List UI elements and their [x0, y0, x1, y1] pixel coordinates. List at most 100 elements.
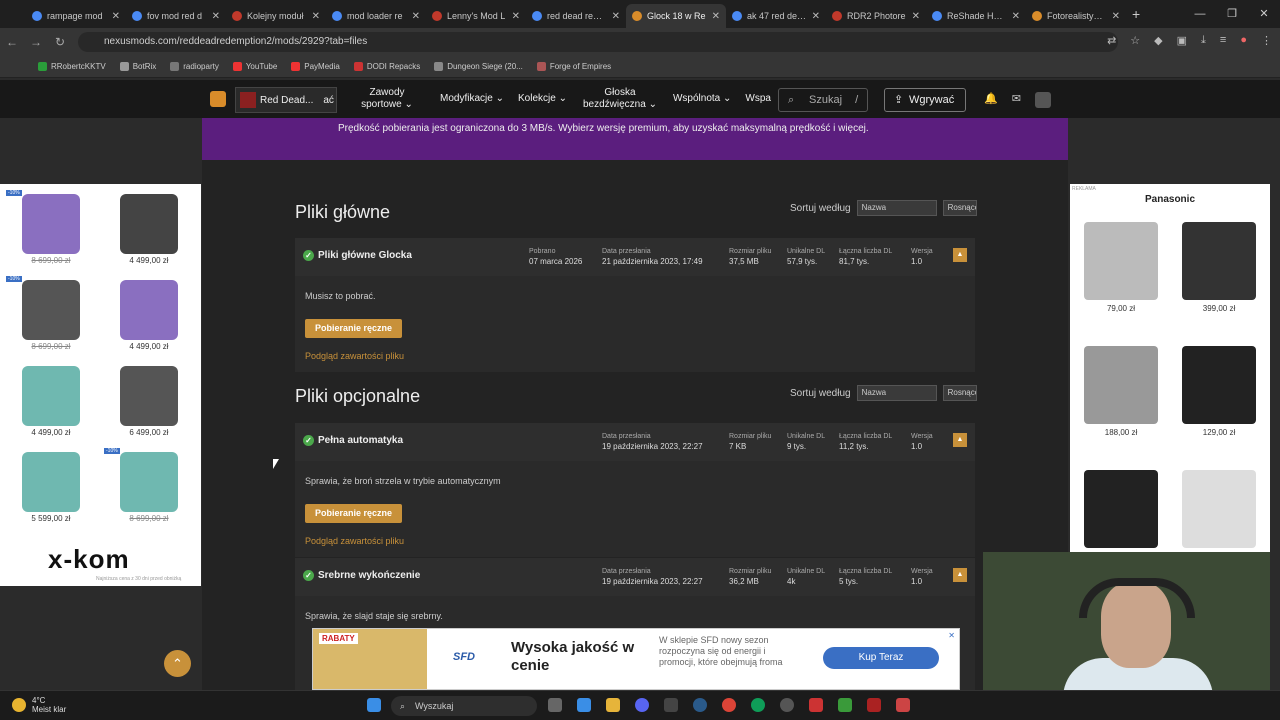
ad-phone-product[interactable]: 4 499,00 zł: [104, 190, 194, 276]
browser-tab[interactable]: fov mod red d ✕: [126, 4, 226, 28]
search-button[interactable]: ⌕ Szukaj /: [778, 88, 868, 112]
nexus-logo-icon[interactable]: [210, 91, 226, 107]
puzzle-icon[interactable]: ▣: [1177, 34, 1187, 47]
main-menu-item[interactable]: Kolekcje ⌄: [518, 93, 567, 105]
back-icon[interactable]: ←: [0, 35, 24, 49]
translate-icon[interactable]: ⇄: [1107, 34, 1116, 47]
browser-tab[interactable]: ReShade Home ✕: [926, 4, 1026, 28]
main-menu-item[interactable]: Wspa: [745, 93, 771, 105]
close-window-icon[interactable]: ✕: [1248, 0, 1280, 28]
task-view-icon[interactable]: [548, 698, 562, 712]
preview-contents-link[interactable]: Podgląd zawartości pliku: [305, 351, 404, 361]
browser-tab[interactable]: rampage mod ✕: [26, 4, 126, 28]
ad-panasonic-product[interactable]: 399,00 zł: [1170, 214, 1268, 332]
file-header-main[interactable]: ✓ Pliki główne Glocka ▲ Pobrano 07 marca 2…: [295, 238, 975, 276]
manual-download-button[interactable]: Pobieranie ręczne: [305, 319, 402, 338]
ad-phone-product[interactable]: -10% 8 699,00 zł: [6, 190, 96, 276]
discord-icon[interactable]: [635, 698, 649, 712]
collapse-toggle[interactable]: ▲: [953, 433, 967, 447]
game-selector[interactable]: Red Dead... ać: [235, 87, 337, 113]
main-menu-item[interactable]: Modyfikacje ⌄: [440, 93, 504, 105]
store-icon[interactable]: [577, 698, 591, 712]
browser-tab[interactable]: RDR2 Photore ✕: [826, 4, 926, 28]
browser-tab[interactable]: Fotorealistyczn ✕: [1026, 4, 1126, 28]
ad-phone-product[interactable]: -10% 8 699,00 zł: [6, 276, 96, 362]
sort-field-select[interactable]: Nazwa: [856, 200, 937, 216]
tab-close-icon[interactable]: ✕: [1012, 11, 1020, 22]
app-icon-green[interactable]: [838, 698, 852, 712]
bookmark-item[interactable]: Forge of Empires: [536, 62, 611, 71]
sort-order-select[interactable]: Rosnąco: [942, 200, 977, 216]
app-icon-red[interactable]: [809, 698, 823, 712]
bookmark-item[interactable]: RRobertcKKTV: [38, 62, 106, 71]
notifications-bell-icon[interactable]: 🔔: [984, 92, 998, 108]
tab-close-icon[interactable]: ✕: [1112, 11, 1120, 22]
tab-close-icon[interactable]: ✕: [112, 11, 120, 22]
new-tab-button[interactable]: +: [1132, 6, 1140, 22]
preview-contents-link[interactable]: Podgląd zawartości pliku: [305, 536, 404, 546]
menu-dots-icon[interactable]: ⋮: [1261, 34, 1272, 47]
ad-phone-product[interactable]: 4 499,00 zł: [6, 362, 96, 448]
browser-tab[interactable]: mod loader re ✕: [326, 4, 426, 28]
file-explorer-icon[interactable]: [606, 698, 620, 712]
tab-close-icon[interactable]: ✕: [212, 11, 220, 22]
app-icon-dark[interactable]: [867, 698, 881, 712]
ad-panasonic-product[interactable]: 79,00 zł: [1072, 214, 1170, 332]
file-header-optional-2[interactable]: ✓ Srebrne wykończenie ▲ Data przesłania 19…: [295, 558, 975, 596]
collapse-toggle[interactable]: ▲: [953, 248, 967, 262]
scroll-to-top-button[interactable]: ⌃: [164, 650, 191, 677]
tab-close-icon[interactable]: ✕: [912, 11, 920, 22]
browser-tab[interactable]: red dead reden ✕: [526, 4, 626, 28]
bookmark-item[interactable]: PayMedia: [291, 62, 340, 71]
url-input[interactable]: nexusmods.com/reddeadredemption2/mods/29…: [78, 32, 1118, 52]
sort-field-select[interactable]: Nazwa: [856, 385, 937, 401]
bookmark-item[interactable]: YouTube: [232, 62, 277, 71]
tab-close-icon[interactable]: ✕: [812, 11, 820, 22]
user-avatar[interactable]: [1034, 92, 1051, 108]
main-menu-item[interactable]: Wspólnota ⌄: [673, 93, 731, 105]
upload-button[interactable]: ⇪ Wgrywać: [884, 88, 966, 112]
epic-games-icon[interactable]: [664, 698, 678, 712]
buy-now-button[interactable]: Kup Teraz: [823, 647, 939, 669]
bookmark-item[interactable]: Dungeon Siege (20...: [434, 62, 523, 71]
start-icon[interactable]: [367, 698, 381, 712]
main-menu-item[interactable]: Głoska bezdźwięczna ⌄: [581, 87, 659, 111]
main-menu-item[interactable]: Zawody sportowe ⌄: [348, 87, 426, 111]
messages-icon[interactable]: ✉: [1012, 92, 1021, 108]
profile-avatar[interactable]: ●: [1240, 34, 1247, 47]
tab-close-icon[interactable]: ✕: [712, 11, 720, 22]
chrome-active-icon[interactable]: [751, 698, 765, 712]
obs-icon[interactable]: [780, 698, 794, 712]
reload-icon[interactable]: ↻: [48, 35, 72, 49]
bookmark-item[interactable]: DODI Repacks: [353, 62, 420, 71]
steam-icon[interactable]: [693, 698, 707, 712]
browser-tab[interactable]: ak 47 red dead ✕: [726, 4, 826, 28]
bookmark-item[interactable]: BotRix: [119, 62, 156, 71]
chrome-icon[interactable]: [722, 698, 736, 712]
ad-phone-product[interactable]: -10% 8 699,00 zł: [104, 448, 194, 534]
tab-close-icon[interactable]: ✕: [512, 11, 520, 22]
taskbar-search[interactable]: ⌕ Wyszukaj: [391, 696, 537, 716]
bookmark-item[interactable]: radioparty: [170, 62, 219, 71]
ad-phone-product[interactable]: 4 499,00 zł: [104, 276, 194, 362]
download-icon[interactable]: ⤓: [1201, 34, 1206, 47]
sort-order-select[interactable]: Rosnąco: [942, 385, 977, 401]
ad-phone-product[interactable]: 5 599,00 zł: [6, 448, 96, 534]
ad-close-icon[interactable]: ✕: [948, 631, 955, 640]
restore-icon[interactable]: ❐: [1216, 0, 1248, 28]
minimize-icon[interactable]: —: [1184, 0, 1216, 28]
browser-tab[interactable]: Kolejny moduł ✕: [226, 4, 326, 28]
tab-close-icon[interactable]: ✕: [612, 11, 620, 22]
weather-widget[interactable]: 4°C Meist klar: [12, 696, 66, 714]
manual-download-button[interactable]: Pobieranie ręczne: [305, 504, 402, 523]
ad-panasonic-product[interactable]: 129,00 zł: [1170, 338, 1268, 456]
left-advertisement[interactable]: x-kom Najniższa cena z 30 dni przed obni…: [0, 184, 201, 586]
file-header-optional-1[interactable]: ✓ Pełna automatyka ▲ Data przesłania 19 pa…: [295, 423, 975, 461]
browser-tab[interactable]: Glock 18 w Re ✕: [626, 4, 726, 28]
bottom-advertisement[interactable]: RABATY SFD Wysoka jakość w cenie W sklep…: [312, 628, 960, 690]
forward-icon[interactable]: →: [24, 35, 48, 49]
bookmark-star-icon[interactable]: ☆: [1130, 34, 1140, 47]
media-icon[interactable]: ≡: [1220, 34, 1226, 47]
tab-close-icon[interactable]: ✕: [412, 11, 420, 22]
browser-tab[interactable]: Lenny's Mod L ✕: [426, 4, 526, 28]
